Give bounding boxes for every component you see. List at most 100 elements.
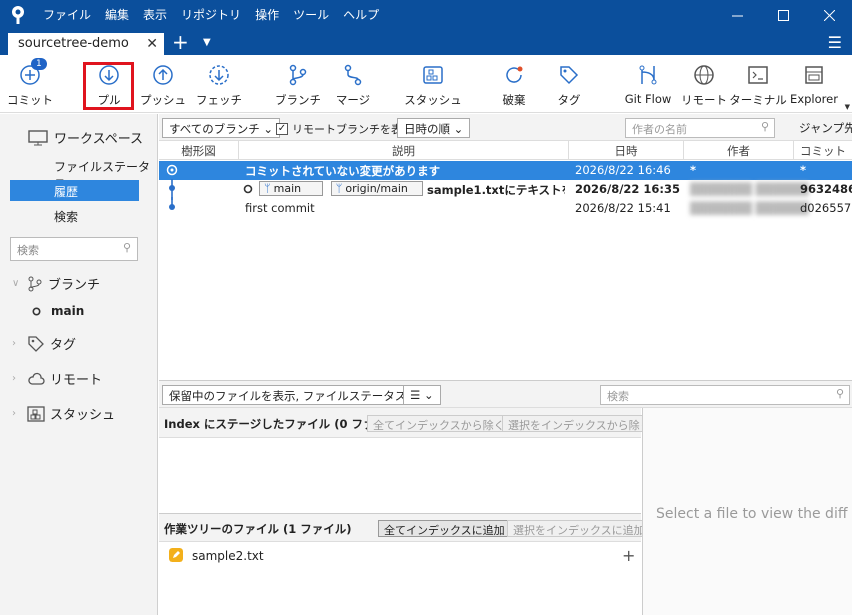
col-commit[interactable]: コミット [794, 143, 852, 159]
branches-label: ブランチ [48, 278, 101, 293]
gitflow-button[interactable]: Git Flow [618, 63, 678, 106]
branch-main-label: main [51, 304, 85, 318]
merge-icon [341, 63, 365, 87]
sidebar-branch-main[interactable]: main [32, 304, 84, 318]
menu-help[interactable]: ヘルプ [336, 0, 386, 30]
branch-tag-origin-main[interactable]: ᛘ origin/main [330, 181, 423, 196]
fetch-icon [207, 63, 231, 87]
file-search-input[interactable]: 検索 ⚲ [600, 385, 850, 405]
head-marker-icon [243, 184, 253, 194]
graph-line-icon [169, 197, 175, 210]
add-tab-icon[interactable]: + [172, 31, 189, 53]
push-button[interactable]: プッシュ [133, 63, 193, 108]
remote-button[interactable]: リモート [674, 63, 734, 108]
commit-date: 2026/8/22 16:46 [575, 163, 671, 177]
list-view-dropdown[interactable]: ☰ ⌄ [403, 385, 441, 405]
branch-button[interactable]: ブランチ [268, 63, 328, 108]
sidebar-section-stashes[interactable]: › スタッシュ [12, 404, 115, 423]
remote-label: リモート [681, 93, 727, 107]
search-icon: ⚲ [760, 120, 769, 133]
sidebar-section-remotes[interactable]: › リモート [12, 369, 102, 388]
close-window-button[interactable] [806, 0, 852, 30]
col-description[interactable]: 説明 [239, 143, 568, 159]
menu-edit[interactable]: 編集 [98, 0, 136, 30]
maximize-button[interactable] [760, 0, 806, 30]
show-remote-branches-checkbox[interactable]: ✓ リモートブランチを表示 [276, 121, 413, 137]
commit-row[interactable]: ᛘmain ᛘorigin/main sample1.txtにテキストを追加 2… [159, 179, 852, 200]
pending-files-value: 保留中のファイルを表示, ファイルステータス順 [169, 389, 418, 403]
pending-files-dropdown[interactable]: 保留中のファイルを表示, ファイルステータス順 ⌄ [162, 385, 439, 405]
search-icon: ⚲ [122, 241, 131, 254]
discard-button[interactable]: 破棄 [484, 63, 544, 108]
sidebar-item-search[interactable]: 検索 [54, 208, 78, 225]
search-icon: ⚲ [835, 387, 844, 400]
author-search-input[interactable]: 作者の名前 ⚲ [625, 118, 775, 138]
stash-icon [421, 63, 445, 87]
branch-filter-value: すべてのブランチ [169, 122, 260, 136]
col-graph[interactable]: 樹形図 [159, 143, 238, 159]
tab-list-chevron-icon[interactable]: ▼ [203, 32, 211, 54]
fetch-label: フェッチ [196, 93, 242, 107]
commit-desc: sample1.txtにテキストを追加 [427, 183, 565, 197]
sort-order-dropdown[interactable]: 日時の順 ⌄ [397, 118, 471, 138]
merge-label: マージ [335, 93, 371, 107]
diff-placeholder: Select a file to view the diff [656, 506, 848, 522]
title-bar: ファイル 編集 表示 リポジトリ 操作 ツール ヘルプ [0, 0, 852, 30]
chevron-right-icon: › [12, 338, 16, 349]
commit-row[interactable]: first commit 2026/8/22 15:41 ███████ ███… [159, 197, 852, 218]
commit-label: コミット [7, 93, 53, 107]
menu-actions[interactable]: 操作 [248, 0, 286, 30]
tag-icon [557, 63, 581, 87]
explorer-label: Explorer [790, 92, 838, 106]
staged-files-list [159, 438, 641, 514]
sidebar-section-branches[interactable]: ∨ ブランチ [12, 274, 100, 293]
unstage-all-button[interactable]: 全てインデックスから除く [367, 415, 511, 432]
branch-filter-dropdown[interactable]: すべてのブランチ ⌄ [162, 118, 281, 138]
menu-bar: ファイル 編集 表示 リポジトリ 操作 ツール ヘルプ [36, 0, 386, 30]
sidebar-search-input[interactable]: 検索 ⚲ [10, 237, 138, 261]
terminal-button[interactable]: ターミナル [728, 63, 788, 108]
menu-repository[interactable]: リポジトリ [174, 0, 248, 30]
commit-hash: 9632486 [800, 182, 852, 196]
add-file-icon[interactable]: + [622, 546, 635, 565]
stage-all-button[interactable]: 全てインデックスに追加 [378, 520, 511, 537]
sidebar-item-history[interactable]: 履歴 [10, 180, 139, 201]
current-branch-icon [32, 306, 41, 316]
col-author[interactable]: 作者 [684, 143, 793, 159]
commit-icon: 1 [18, 58, 47, 87]
chevron-right-icon: › [12, 373, 16, 384]
explorer-button[interactable]: Explorer [784, 63, 844, 106]
commit-row[interactable]: コミットされていない変更があります 2026/8/22 16:46 * * [159, 161, 852, 180]
commit-table-header: 樹形図 説明 日時 作者 コミット [159, 141, 852, 160]
tag-label: タグ [557, 93, 581, 107]
tags-label: タグ [50, 338, 77, 353]
tab-sourcetree-demo[interactable]: sourcetree-demo ✕ [8, 33, 164, 55]
terminal-label: ターミナル [729, 93, 787, 107]
commit-button[interactable]: 1 コミット [0, 58, 60, 108]
globe-icon [692, 63, 716, 87]
tag-button[interactable]: タグ [539, 63, 599, 108]
hamburger-menu-icon[interactable]: ☰ [828, 33, 842, 52]
chevron-down-icon: ⌄ [453, 122, 464, 136]
toolbar-overflow-icon[interactable]: ▼ [845, 103, 850, 111]
sidebar-section-tags[interactable]: › タグ [12, 334, 76, 353]
cloud-icon [28, 372, 45, 385]
col-date[interactable]: 日時 [569, 143, 683, 159]
stage-selected-button[interactable]: 選択をインデックスに追加 [507, 520, 651, 537]
stash-label: スタッシュ [404, 93, 462, 107]
close-tab-icon[interactable]: ✕ [146, 33, 158, 55]
merge-button[interactable]: マージ [323, 63, 383, 108]
monitor-icon [28, 129, 48, 145]
menu-file[interactable]: ファイル [36, 0, 98, 30]
unstage-selected-button[interactable]: 選択をインデックスから除く [502, 415, 657, 432]
menu-tools[interactable]: ツール [286, 0, 336, 30]
branch-tag-main[interactable]: ᛘ main [259, 181, 324, 196]
stash-button[interactable]: スタッシュ [403, 63, 463, 108]
uncommitted-node-icon [166, 164, 178, 176]
menu-view[interactable]: 表示 [136, 0, 174, 30]
working-tree-file-row[interactable]: sample2.txt + [159, 546, 641, 566]
minimize-button[interactable] [714, 0, 760, 30]
fetch-button[interactable]: フェッチ [189, 63, 249, 108]
checkmark-icon: ✓ [276, 123, 288, 135]
author-search-placeholder: 作者の名前 [632, 123, 687, 136]
